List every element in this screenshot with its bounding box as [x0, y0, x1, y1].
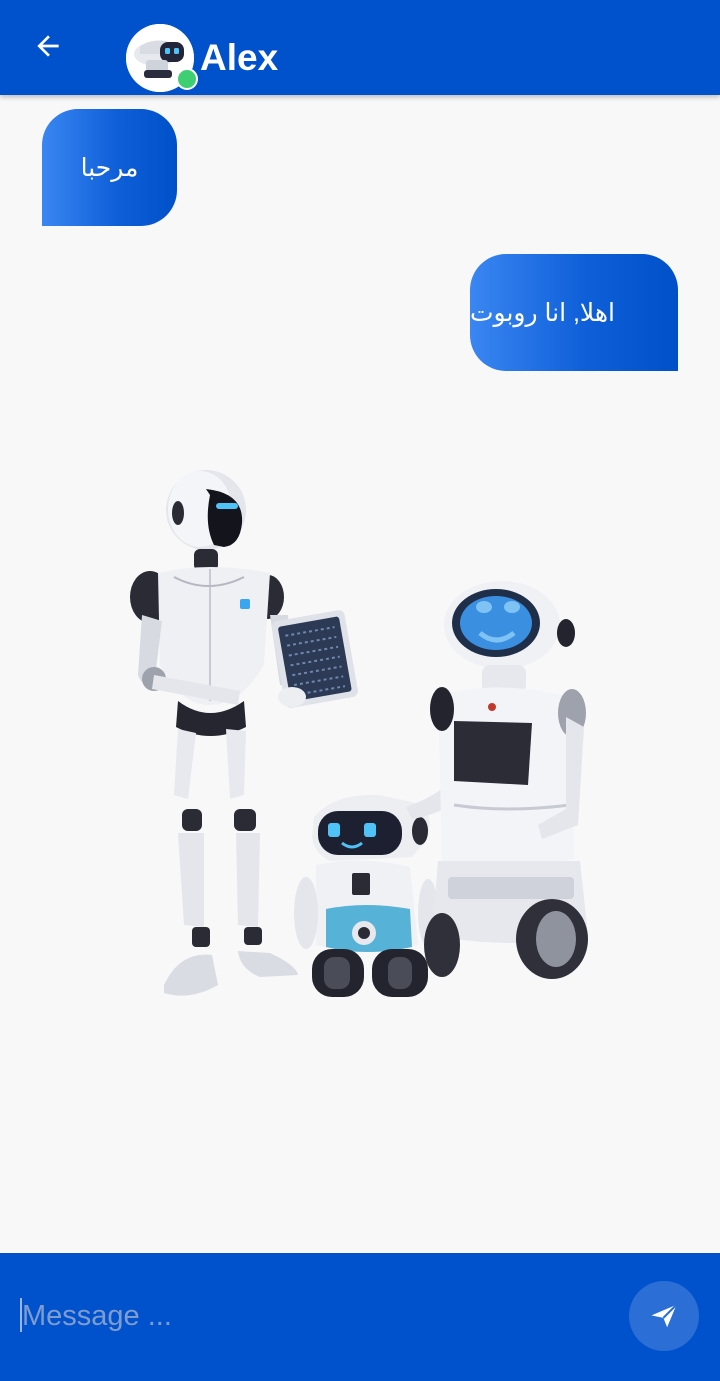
app-bar [0, 0, 720, 95]
message-text: مرحبا [80, 153, 139, 182]
message-text: اهلا, انا روبوت [470, 298, 615, 327]
back-button[interactable] [24, 22, 72, 70]
arrow-left-icon [37, 35, 59, 57]
online-status-indicator [176, 68, 198, 90]
screen-robot [406, 581, 588, 979]
chat-title: Alex [200, 37, 279, 78]
robots-illustration [130, 470, 588, 997]
message-input[interactable] [20, 1292, 604, 1340]
small-robot [294, 794, 438, 997]
message-bubble-outgoing: اهلا, انا روبوت [470, 254, 678, 371]
send-icon [651, 1304, 678, 1328]
send-button[interactable] [629, 1281, 699, 1351]
message-bubble-incoming: مرحبا [42, 109, 177, 226]
text-caret [20, 1298, 22, 1332]
